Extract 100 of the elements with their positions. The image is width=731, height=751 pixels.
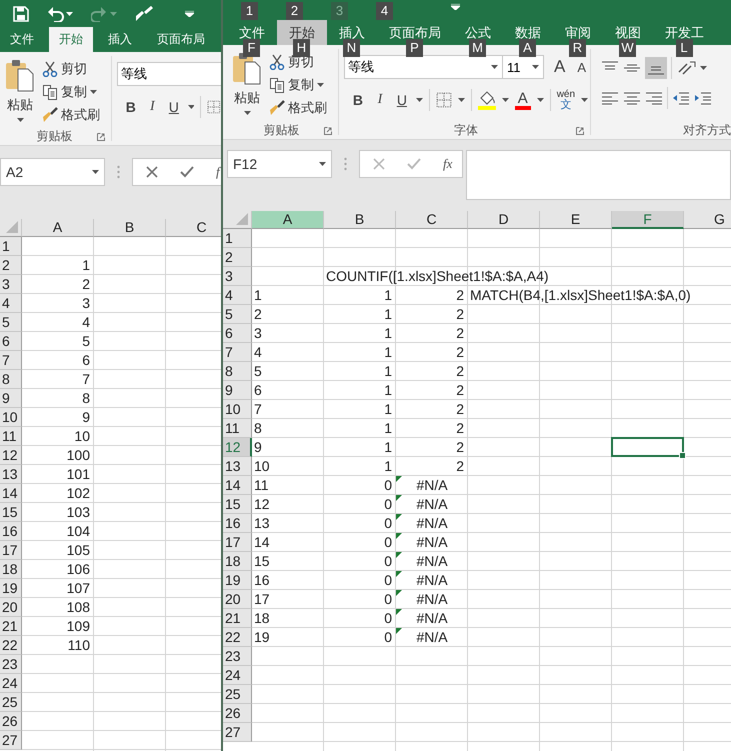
row-header[interactable]: 22 (0, 636, 22, 655)
format-painter-button[interactable]: 格式刷 (269, 99, 327, 117)
row-header[interactable]: 10 (0, 408, 22, 427)
column-header[interactable]: D (468, 211, 540, 229)
insert-function-button[interactable]: fx (443, 156, 452, 172)
error-indicator-icon[interactable] (396, 514, 402, 520)
row-header[interactable]: 4 (223, 286, 252, 305)
row-header[interactable]: 13 (0, 465, 22, 484)
error-indicator-icon[interactable] (396, 628, 402, 634)
error-indicator-icon[interactable] (396, 552, 402, 558)
align-right-icon[interactable] (645, 91, 663, 105)
row-header[interactable]: 17 (223, 533, 252, 552)
row-header[interactable]: 6 (0, 332, 22, 351)
ribbon-tab[interactable]: 开始 (49, 27, 93, 52)
row-header[interactable]: 1 (0, 237, 22, 256)
row-header[interactable]: 18 (223, 552, 252, 571)
row-header[interactable]: 25 (223, 685, 252, 704)
format-button[interactable]: B (350, 92, 366, 108)
borders-icon[interactable] (207, 100, 221, 114)
increase-font-button[interactable]: A (554, 57, 566, 77)
check-icon[interactable] (407, 158, 421, 170)
row-header[interactable]: 8 (0, 370, 22, 389)
formula-input[interactable] (466, 150, 731, 200)
column-header[interactable]: F (612, 211, 684, 229)
font-name-field[interactable]: 等线 (117, 62, 221, 86)
row-header[interactable]: 16 (223, 514, 252, 533)
row-header[interactable]: 7 (223, 343, 252, 362)
decrease-font-button[interactable]: A (577, 60, 586, 74)
column-header[interactable]: C (166, 219, 221, 237)
row-header[interactable]: 2 (223, 248, 252, 267)
format-painter-button[interactable]: 格式刷 (42, 106, 100, 124)
copy-button[interactable]: 复制 (42, 83, 100, 101)
row-header[interactable]: 8 (223, 362, 252, 381)
error-indicator-icon[interactable] (396, 495, 402, 501)
row-header[interactable]: 5 (223, 305, 252, 324)
error-indicator-icon[interactable] (396, 609, 402, 615)
orientation-icon[interactable] (676, 60, 696, 76)
row-header[interactable]: 9 (0, 389, 22, 408)
column-header[interactable]: A (252, 211, 324, 229)
row-header[interactable]: 13 (223, 457, 252, 476)
column-header[interactable]: E (540, 211, 612, 229)
row-header[interactable]: 9 (223, 381, 252, 400)
dialog-launcher-icon[interactable] (97, 133, 105, 141)
row-header[interactable]: 14 (0, 484, 22, 503)
row-header[interactable]: 15 (0, 503, 22, 522)
copy-button[interactable]: 复制 (269, 76, 327, 94)
row-header[interactable]: 10 (223, 400, 252, 419)
row-header[interactable]: 25 (0, 693, 22, 712)
format-button[interactable]: U (166, 99, 182, 115)
row-header[interactable]: 12 (0, 446, 22, 465)
format-button[interactable]: I (144, 99, 160, 115)
row-header[interactable]: 11 (0, 427, 22, 446)
font-color-button[interactable]: A (514, 90, 531, 110)
row-header[interactable]: 22 (223, 628, 252, 647)
name-box[interactable]: F12 (227, 150, 332, 178)
decrease-indent-icon[interactable] (672, 91, 690, 105)
row-header[interactable]: 20 (223, 590, 252, 609)
column-header[interactable]: B (324, 211, 396, 229)
column-header[interactable]: C (396, 211, 468, 229)
format-button[interactable]: B (123, 99, 139, 115)
undo-icon[interactable] (47, 6, 73, 22)
row-header[interactable]: 11 (223, 419, 252, 438)
cut-button[interactable]: 剪切 (42, 60, 100, 78)
font-name-field[interactable]: 等线 (344, 55, 503, 79)
row-header[interactable]: 2 (0, 256, 22, 275)
row-header[interactable]: 12 (223, 438, 252, 457)
column-header[interactable]: A (22, 219, 94, 237)
row-header[interactable]: 27 (0, 731, 22, 750)
error-indicator-icon[interactable] (396, 590, 402, 596)
error-indicator-icon[interactable] (396, 533, 402, 539)
row-header[interactable]: 18 (0, 560, 22, 579)
format-button[interactable]: I (372, 92, 388, 108)
ribbon-tab[interactable]: 页面布局 (147, 27, 215, 52)
row-header[interactable]: 26 (223, 704, 252, 723)
dialog-launcher-icon[interactable] (324, 127, 332, 135)
row-header[interactable]: 21 (0, 617, 22, 636)
paste-button[interactable]: 粘贴 (231, 51, 263, 117)
column-header[interactable]: G (684, 211, 731, 229)
align-center-icon[interactable] (623, 91, 641, 105)
borders-icon[interactable] (436, 92, 452, 108)
cancel-icon[interactable] (146, 166, 158, 178)
row-header[interactable]: 3 (0, 275, 22, 294)
row-header[interactable]: 5 (0, 313, 22, 332)
font-size-field[interactable]: 11 (503, 55, 544, 79)
row-header[interactable]: 19 (223, 571, 252, 590)
customize-caret-icon[interactable] (451, 4, 460, 10)
row-header[interactable]: 20 (0, 598, 22, 617)
row-header[interactable]: 24 (223, 666, 252, 685)
row-header[interactable]: 27 (223, 723, 252, 742)
row-header[interactable]: 23 (223, 647, 252, 666)
row-header[interactable]: 26 (0, 712, 22, 731)
ribbon-tab[interactable]: 文件 (0, 27, 44, 52)
error-indicator-icon[interactable] (396, 571, 402, 577)
row-header[interactable]: 4 (0, 294, 22, 313)
ribbon-tab[interactable]: 插入 (98, 27, 142, 52)
row-header[interactable]: 1 (223, 229, 252, 248)
row-header[interactable]: 17 (0, 541, 22, 560)
align-left-icon[interactable] (601, 91, 619, 105)
paste-button[interactable]: 粘贴 (4, 58, 36, 124)
active-cell[interactable] (611, 437, 684, 457)
